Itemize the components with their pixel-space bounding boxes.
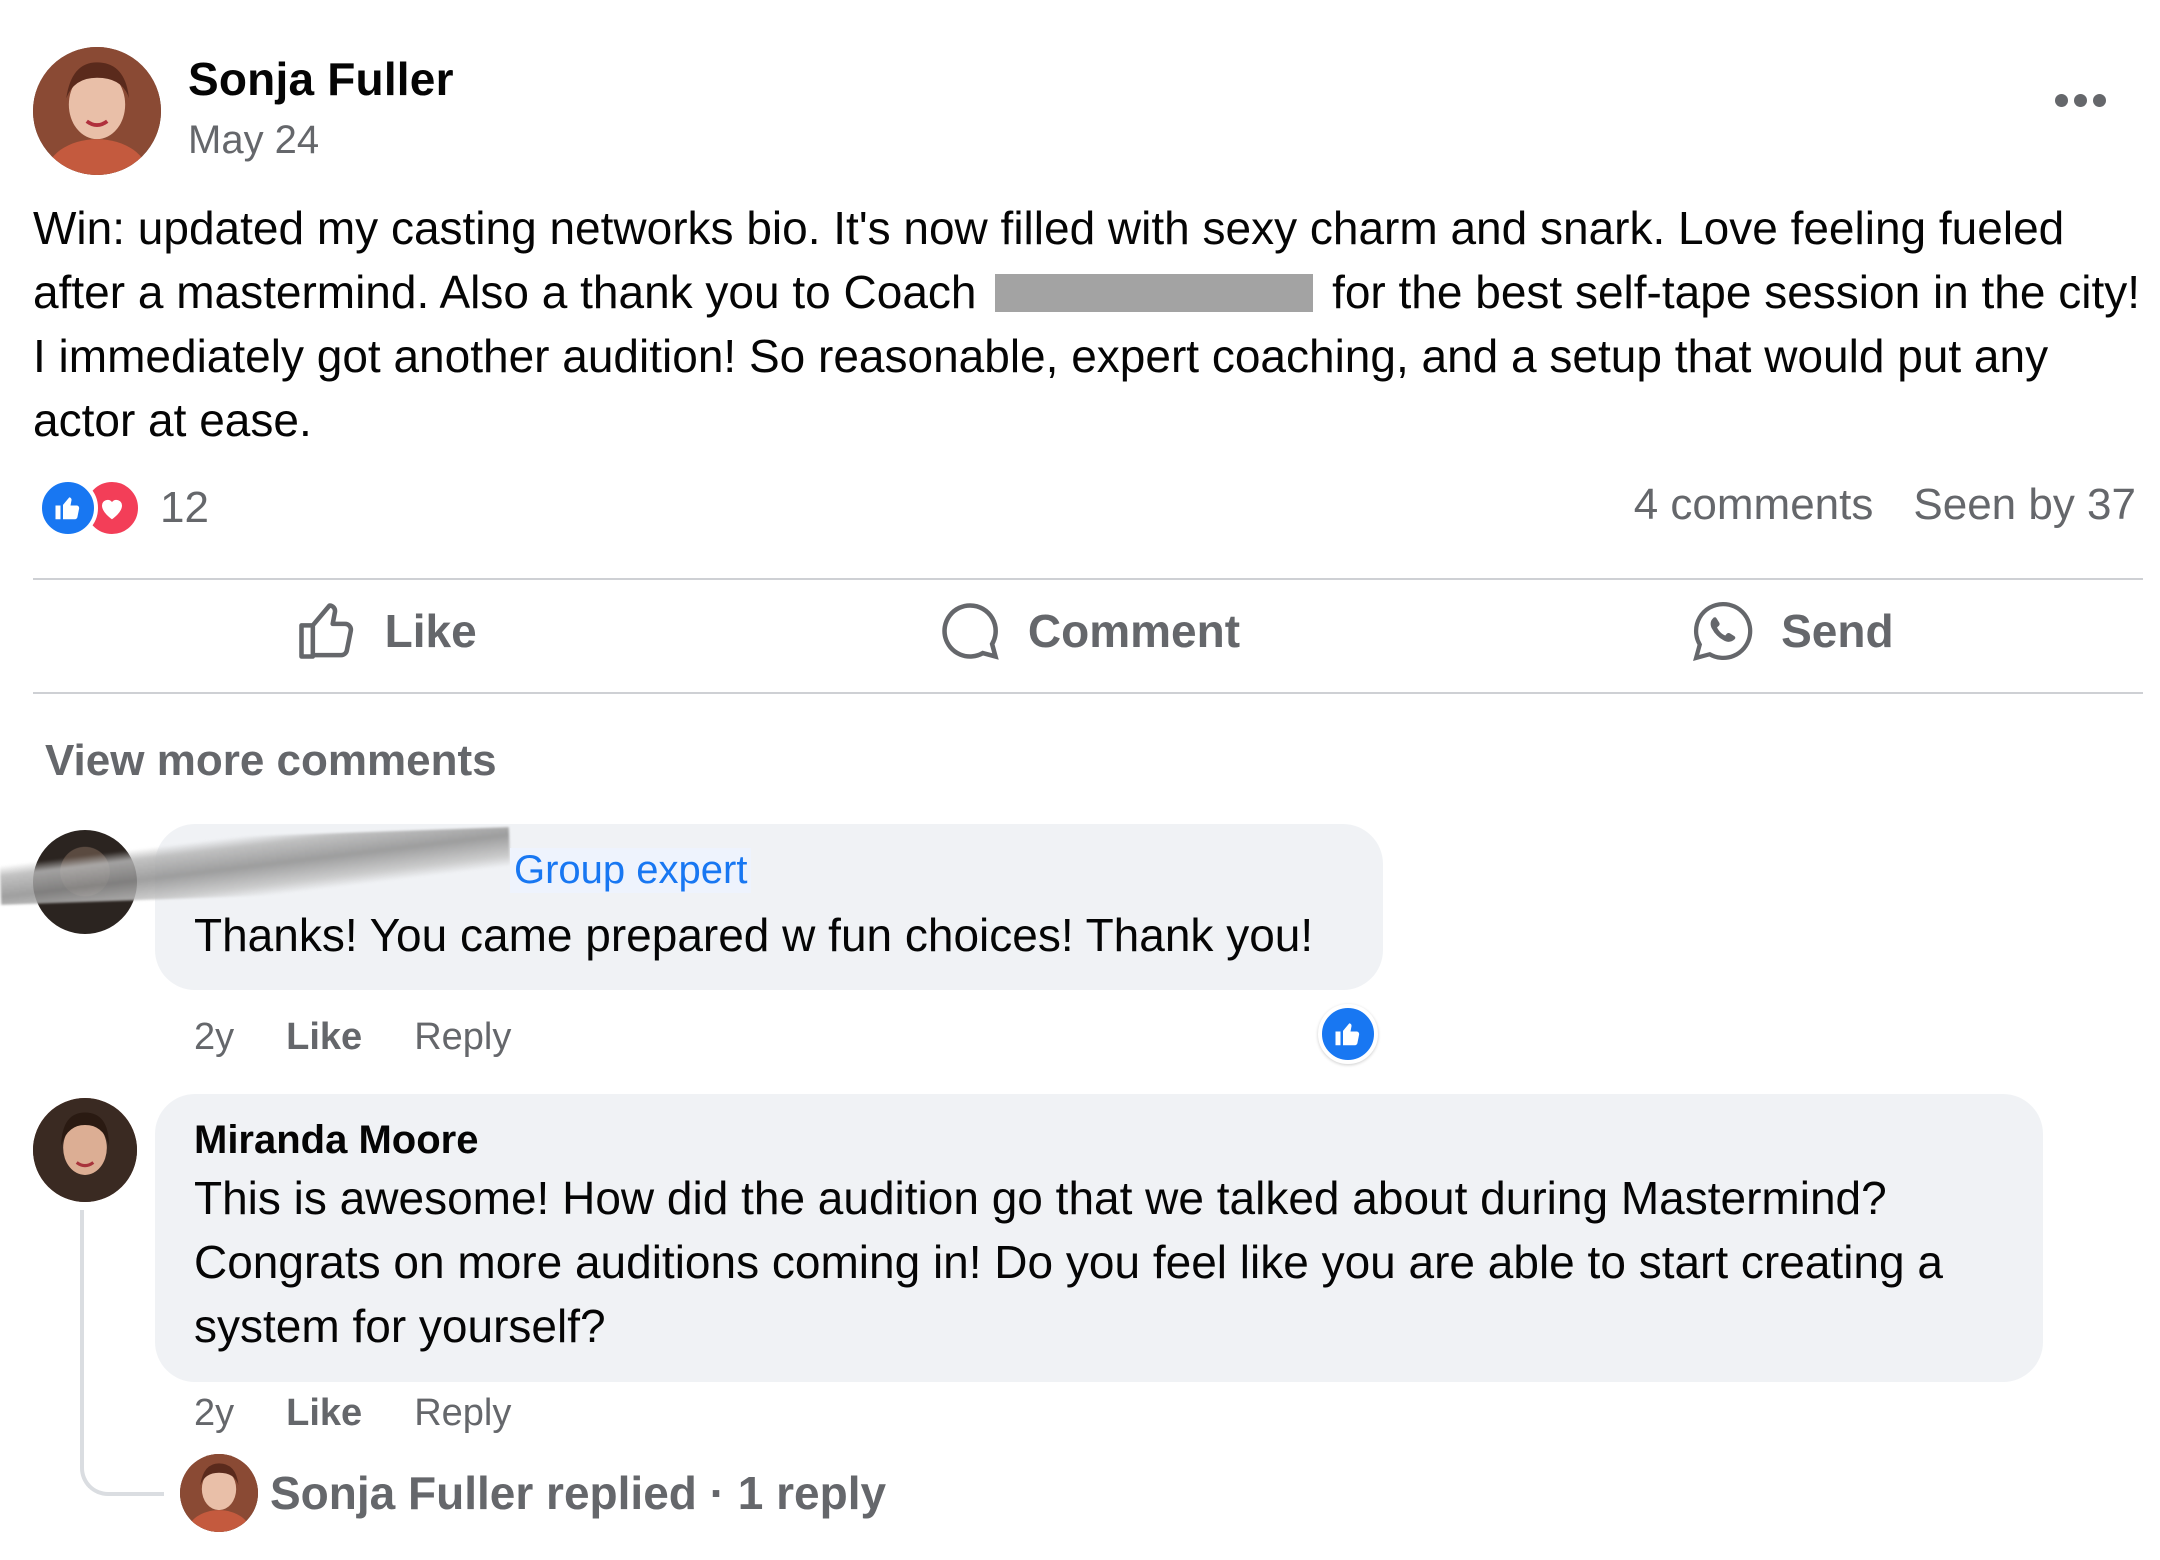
- author-avatar[interactable]: [33, 47, 161, 175]
- author-name[interactable]: Sonja Fuller: [188, 52, 454, 106]
- comment-label: Comment: [1027, 605, 1241, 657]
- like-reaction-icon: [38, 478, 98, 538]
- seen-by[interactable]: Seen by 37: [1913, 480, 2136, 530]
- comment-meta: 2y Like Reply: [194, 1016, 511, 1059]
- like-button[interactable]: Like: [33, 566, 736, 696]
- comment-icon: [942, 603, 999, 660]
- comment-reply-button[interactable]: Reply: [414, 1392, 511, 1435]
- thread-connector: [80, 1210, 164, 1496]
- comment-like-button[interactable]: Like: [286, 1016, 362, 1059]
- comment-button[interactable]: Comment: [736, 566, 1439, 696]
- post-card: Sonja Fuller May 24 Win: updated my cast…: [0, 0, 2160, 1560]
- comment-meta: 2y Like Reply: [194, 1392, 511, 1435]
- commenter-avatar[interactable]: [33, 1098, 137, 1202]
- comment-time[interactable]: 2y: [194, 1392, 234, 1435]
- comment-like-reaction-icon[interactable]: [1318, 1004, 1378, 1064]
- view-replies-link[interactable]: Sonja Fuller replied · 1 reply: [270, 1466, 886, 1520]
- comments-count[interactable]: 4 comments: [1634, 480, 1874, 530]
- send-label: Send: [1781, 605, 1894, 657]
- thumbs-up-icon: [298, 603, 353, 659]
- post-date[interactable]: May 24: [188, 118, 319, 163]
- comment-time[interactable]: 2y: [194, 1016, 234, 1059]
- action-bar: Like Comment Send: [33, 566, 2143, 696]
- reaction-count: 12: [160, 483, 209, 532]
- comment-text: Thanks! You came prepared w fun choices!…: [194, 909, 1314, 961]
- more-icon[interactable]: [2045, 80, 2115, 120]
- comment-like-button[interactable]: Like: [286, 1392, 362, 1435]
- comment-reply-button[interactable]: Reply: [414, 1016, 511, 1059]
- comment-text: This is awesome! How did the audition go…: [194, 1172, 1943, 1352]
- like-label: Like: [384, 605, 477, 657]
- post-stats: 4 comments Seen by 37: [1634, 480, 2136, 530]
- post-body: Win: updated my casting networks bio. It…: [33, 196, 2143, 452]
- send-button[interactable]: Send: [1440, 566, 2143, 696]
- redacted-name: [995, 274, 1314, 312]
- group-expert-badge: Group expert: [510, 848, 752, 893]
- whatsapp-icon: [1693, 601, 1753, 661]
- commenter-name[interactable]: Miranda Moore: [194, 1118, 478, 1163]
- divider-bottom: [33, 692, 2143, 694]
- reactions-summary[interactable]: 12: [38, 476, 209, 540]
- reply-avatar[interactable]: [180, 1454, 258, 1532]
- view-more-comments[interactable]: View more comments: [45, 736, 497, 786]
